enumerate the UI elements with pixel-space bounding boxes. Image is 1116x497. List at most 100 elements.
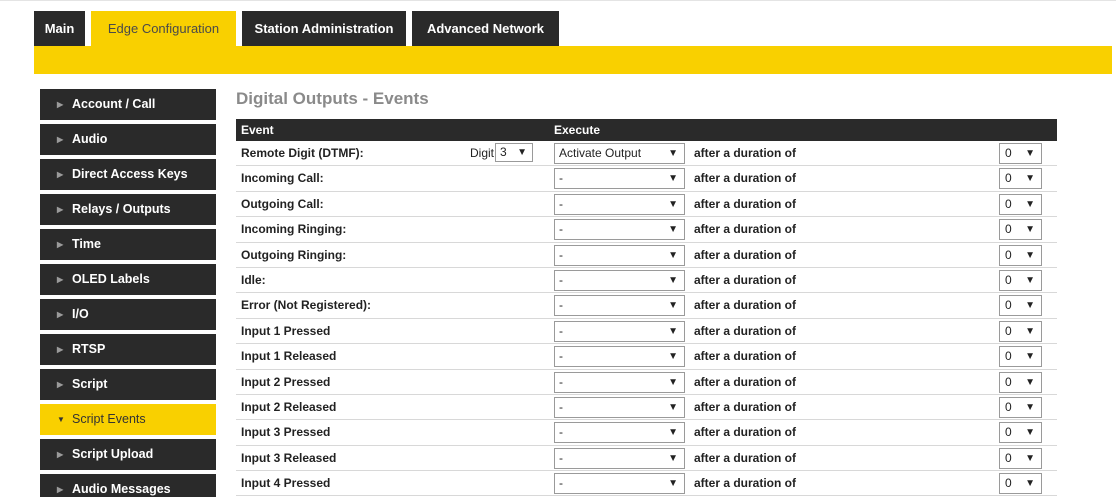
sidebar-item-label: Time [72, 237, 101, 251]
caret-down-icon: ▼ [1025, 198, 1035, 210]
after-duration-label: after a duration of [694, 374, 797, 389]
event-label: Incoming Ringing: [241, 222, 347, 237]
execute-select[interactable]: - ▼ [554, 473, 685, 495]
sidebar-item-account-call[interactable]: ▶ Account / Call [40, 89, 216, 120]
tab-edge-configuration[interactable]: Edge Configuration [91, 11, 236, 46]
caret-down-icon: ▼ [1025, 224, 1035, 236]
duration-value: 0 [1005, 399, 1012, 414]
duration-select[interactable]: 0 ▼ [999, 346, 1042, 368]
duration-value: 0 [1005, 349, 1012, 364]
event-label: Idle: [241, 272, 266, 287]
sidebar-item-relays-outputs[interactable]: ▶ Relays / Outputs [40, 194, 216, 225]
execute-select[interactable]: - ▼ [554, 295, 685, 317]
sidebar-item-i-o[interactable]: ▶ I/O [40, 299, 216, 330]
table-row: Incoming Ringing: - ▼ after a duration of 0 ▼ [236, 217, 1057, 243]
sidebar-item-time[interactable]: ▶ Time [40, 229, 216, 260]
sidebar-item-script-upload[interactable]: ▶ Script Upload [40, 439, 216, 470]
caret-down-icon: ▼ [668, 300, 678, 312]
sidebar-item-audio-messages[interactable]: ▶ Audio Messages [40, 474, 216, 497]
duration-select[interactable]: 0 ▼ [999, 396, 1042, 418]
tab-advanced-network[interactable]: Advanced Network [412, 11, 559, 46]
table-row: Outgoing Ringing: - ▼ after a duration of 0 ▼ [236, 243, 1057, 268]
execute-value: - [559, 298, 563, 313]
execute-value: - [559, 349, 563, 364]
caret-down-icon: ▼ [1025, 427, 1035, 439]
event-label: Input 1 Released [241, 349, 337, 364]
tab-main[interactable]: Main [34, 11, 85, 46]
chevron-down-icon: ▼ [57, 415, 65, 424]
execute-value: - [559, 399, 563, 414]
chevron-right-icon: ▶ [57, 345, 64, 354]
duration-value: 0 [1005, 196, 1012, 211]
duration-select[interactable]: 0 ▼ [999, 371, 1042, 393]
sidebar-item-label: RTSP [72, 342, 106, 356]
duration-select[interactable]: 0 ▼ [999, 269, 1042, 291]
duration-value: 0 [1005, 247, 1012, 262]
duration-select[interactable]: 0 ▼ [999, 143, 1042, 164]
event-label: Input 3 Pressed [241, 425, 331, 440]
caret-down-icon: ▼ [1025, 478, 1035, 490]
duration-select[interactable]: 0 ▼ [999, 295, 1042, 317]
execute-value: - [559, 323, 563, 338]
execute-select[interactable]: - ▼ [554, 447, 685, 469]
duration-value: 0 [1005, 222, 1012, 237]
duration-select[interactable]: 0 ▼ [999, 244, 1042, 266]
execute-select[interactable]: - ▼ [554, 396, 685, 418]
sidebar-item-direct-access-keys[interactable]: ▶ Direct Access Keys [40, 159, 216, 190]
table-row: Input 3 Released - ▼ after a duration of 0 ▼ [236, 446, 1057, 472]
chevron-right-icon: ▶ [57, 135, 64, 144]
duration-select[interactable]: 0 ▼ [999, 473, 1042, 495]
execute-select[interactable]: - ▼ [554, 320, 685, 342]
duration-value: 0 [1005, 323, 1012, 338]
caret-down-icon: ▼ [1025, 351, 1035, 363]
execute-select[interactable]: - ▼ [554, 346, 685, 368]
execute-select[interactable]: Activate Output ▼ [554, 143, 685, 164]
table-row: Input 1 Pressed - ▼ after a duration of 0 ▼ [236, 319, 1057, 345]
sidebar-item-script-events[interactable]: ▼ Script Events [40, 404, 216, 435]
caret-down-icon: ▼ [668, 249, 678, 261]
top-divider [0, 0, 1116, 1]
duration-select[interactable]: 0 ▼ [999, 219, 1042, 241]
sidebar-item-label: Script Events [72, 412, 146, 426]
sidebar-item-audio[interactable]: ▶ Audio [40, 124, 216, 155]
caret-down-icon: ▼ [668, 198, 678, 210]
digit-select[interactable]: 3 ▼ [495, 143, 533, 162]
execute-select[interactable]: - ▼ [554, 168, 685, 190]
table-row: Input 1 Released - ▼ after a duration of 0 ▼ [236, 344, 1057, 370]
tab-station-administration[interactable]: Station Administration [242, 11, 406, 46]
duration-select[interactable]: 0 ▼ [999, 320, 1042, 342]
table-header: Event Execute [236, 119, 1057, 141]
duration-select[interactable]: 0 ▼ [999, 447, 1042, 469]
sidebar-item-rtsp[interactable]: ▶ RTSP [40, 334, 216, 365]
after-duration-label: after a duration of [694, 247, 797, 262]
duration-value: 0 [1005, 298, 1012, 313]
column-header-event: Event [241, 123, 274, 137]
execute-value: - [559, 272, 563, 287]
after-duration-label: after a duration of [694, 450, 797, 465]
execute-select[interactable]: - ▼ [554, 193, 685, 215]
execute-select[interactable]: - ▼ [554, 422, 685, 444]
sidebar-item-oled-labels[interactable]: ▶ OLED Labels [40, 264, 216, 295]
event-label: Input 2 Released [241, 399, 337, 414]
caret-down-icon: ▼ [668, 452, 678, 464]
table-body: Remote Digit (DTMF): Digit 3 ▼ Activate Outp… [236, 141, 1057, 497]
table-row: Outgoing Call: - ▼ after a duration of 0 ▼ [236, 192, 1057, 218]
execute-select[interactable]: - ▼ [554, 219, 685, 241]
duration-select[interactable]: 0 ▼ [999, 193, 1042, 215]
execute-select[interactable]: - ▼ [554, 269, 685, 291]
execute-value: - [559, 425, 563, 440]
sidebar-item-label: Audio [72, 132, 108, 146]
execute-value: Activate Output [559, 146, 642, 160]
event-label: Input 2 Pressed [241, 374, 331, 389]
sidebar-item-label: Account / Call [72, 97, 156, 111]
execute-select[interactable]: - ▼ [554, 244, 685, 266]
duration-select[interactable]: 0 ▼ [999, 168, 1042, 190]
sidebar-item-script[interactable]: ▶ Script [40, 369, 216, 400]
caret-down-icon: ▼ [1025, 325, 1035, 337]
duration-value: 0 [1005, 374, 1012, 389]
execute-value: - [559, 171, 563, 186]
execute-select[interactable]: - ▼ [554, 371, 685, 393]
caret-down-icon: ▼ [668, 274, 678, 286]
duration-select[interactable]: 0 ▼ [999, 422, 1042, 444]
execute-value: - [559, 196, 563, 211]
